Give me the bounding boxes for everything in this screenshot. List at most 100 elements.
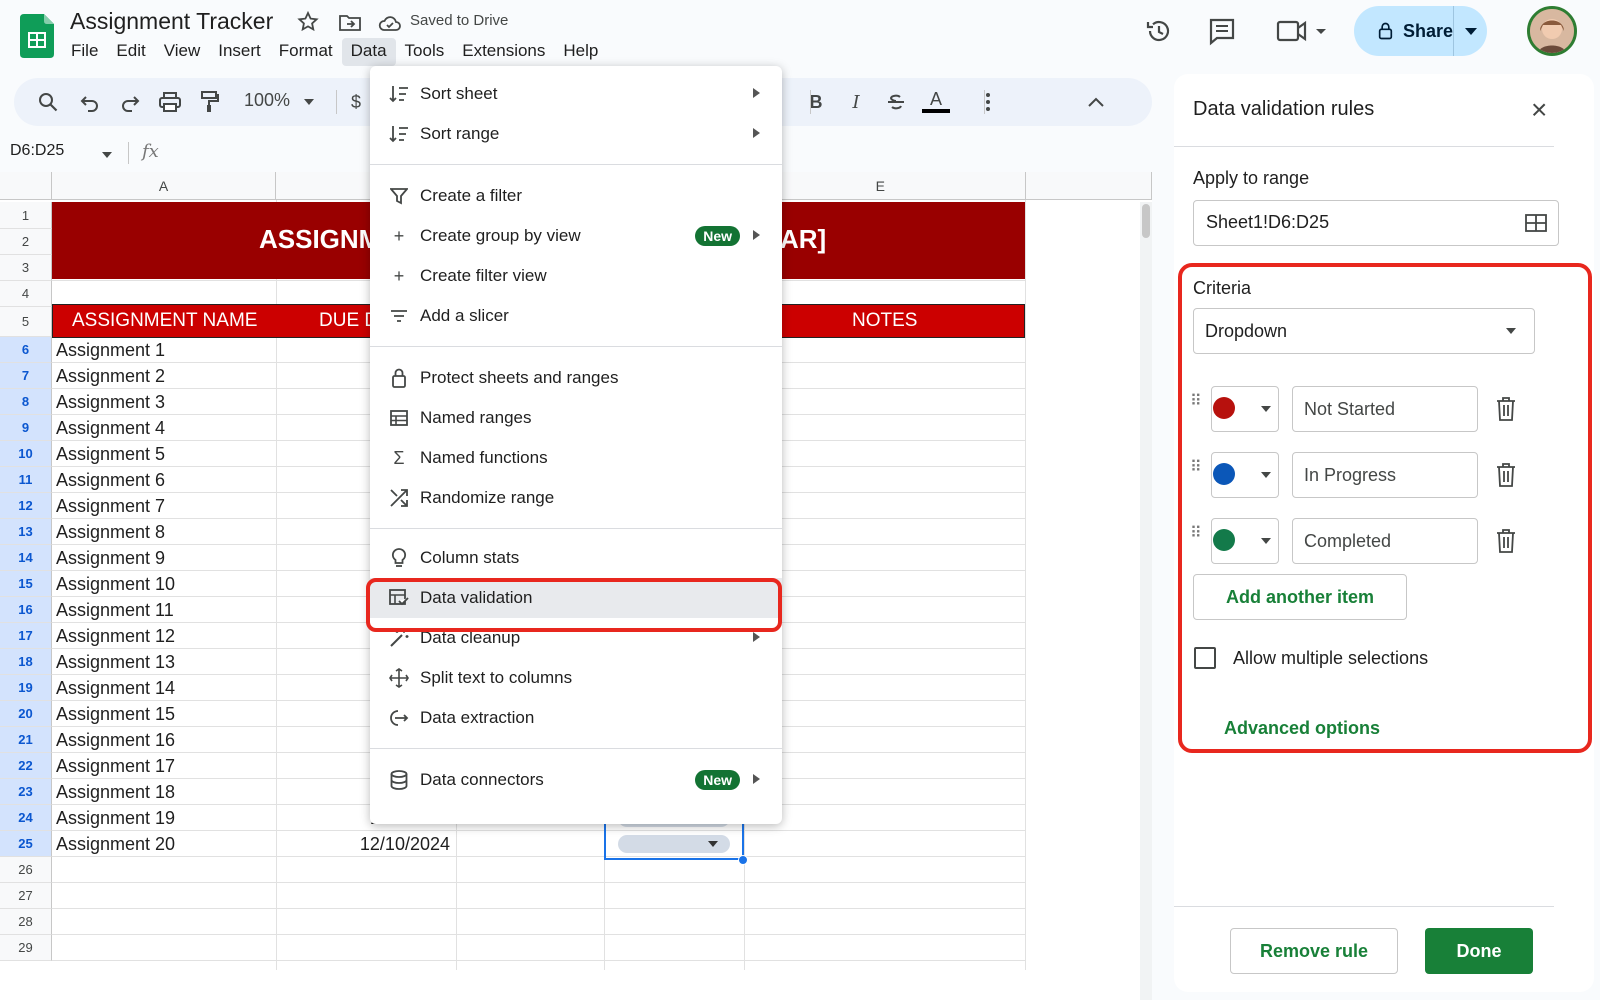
assignment-name-cell[interactable]: Assignment 20 (56, 834, 175, 855)
menu-data[interactable]: Data (341, 38, 396, 66)
row-header[interactable]: 28 (0, 909, 52, 935)
column-header-a[interactable]: A (52, 172, 276, 200)
row-header[interactable]: 20 (0, 701, 52, 727)
drag-handle-icon[interactable]: ⠿ (1190, 394, 1202, 410)
row-header[interactable]: 27 (0, 883, 52, 909)
row-header[interactable]: 25 (0, 831, 52, 857)
name-box[interactable]: D6:D25 (10, 142, 64, 160)
menu-edit[interactable]: Edit (107, 38, 154, 66)
row-header[interactable]: 6 (0, 337, 52, 363)
allow-multiple-checkbox[interactable] (1194, 647, 1216, 669)
assignment-name-cell[interactable]: Assignment 14 (56, 678, 175, 699)
delete-option-icon[interactable] (1494, 462, 1518, 488)
drag-handle-icon[interactable]: ⠿ (1190, 460, 1202, 476)
row-header[interactable]: 19 (0, 675, 52, 701)
assignment-name-cell[interactable]: Assignment 15 (56, 704, 175, 725)
row-header[interactable]: 14 (0, 545, 52, 571)
text-color-button[interactable]: A (922, 86, 950, 116)
menu-item-sort-sheet[interactable]: Sort sheet (370, 74, 782, 114)
remove-rule-button[interactable]: Remove rule (1230, 928, 1398, 974)
advanced-options-link[interactable]: Advanced options (1224, 718, 1380, 739)
assignment-name-cell[interactable]: Assignment 7 (56, 496, 165, 517)
zoom-select[interactable]: 100% (244, 90, 290, 111)
menu-item-create-group-by-view[interactable]: + Create group by view New (370, 216, 782, 256)
assignment-name-cell[interactable]: Assignment 13 (56, 652, 175, 673)
row-header[interactable]: 18 (0, 649, 52, 675)
assignment-name-cell[interactable]: Assignment 17 (56, 756, 175, 777)
select-all-corner[interactable] (0, 172, 52, 200)
row-header[interactable]: 24 (0, 805, 52, 831)
menu-item-add-slicer[interactable]: Add a slicer (370, 296, 782, 336)
menu-item-data-connectors[interactable]: Data connectors New (370, 760, 782, 800)
redo-icon[interactable] (118, 90, 142, 114)
menu-item-data-extraction[interactable]: Data extraction (370, 698, 782, 738)
share-options-button[interactable] (1454, 6, 1487, 56)
menu-insert[interactable]: Insert (209, 38, 270, 66)
row-header[interactable]: 23 (0, 779, 52, 805)
paint-format-icon[interactable] (198, 90, 222, 114)
row-header[interactable]: 22 (0, 753, 52, 779)
name-box-chevron-icon[interactable] (102, 152, 112, 158)
print-icon[interactable] (158, 90, 182, 114)
row-header[interactable]: 7 (0, 363, 52, 389)
strikethrough-icon[interactable] (884, 90, 908, 114)
assignment-name-cell[interactable]: Assignment 10 (56, 574, 175, 595)
menu-tools[interactable]: Tools (396, 38, 454, 66)
due-date-cell[interactable]: 12/10/2024 (276, 834, 450, 855)
delete-option-icon[interactable] (1494, 396, 1518, 422)
menu-item-named-ranges[interactable]: Named ranges (370, 398, 782, 438)
row-header[interactable]: 10 (0, 441, 52, 467)
comments-icon[interactable] (1207, 16, 1237, 46)
italic-button[interactable]: I (844, 90, 868, 114)
assignment-name-cell[interactable]: Assignment 19 (56, 808, 175, 829)
row-header[interactable]: 8 (0, 389, 52, 415)
star-icon[interactable] (296, 10, 320, 34)
menu-item-split-text[interactable]: Split text to columns (370, 658, 782, 698)
menu-item-protect-sheets[interactable]: Protect sheets and ranges (370, 358, 782, 398)
version-history-icon[interactable] (1144, 16, 1174, 46)
menu-item-column-stats[interactable]: Column stats (370, 538, 782, 578)
option-input[interactable]: Completed (1292, 518, 1478, 564)
assignment-name-cell[interactable]: Assignment 16 (56, 730, 175, 751)
sheets-logo-icon[interactable] (20, 14, 54, 58)
more-vert-icon[interactable] (976, 90, 1000, 114)
row-header[interactable]: 3 (0, 255, 52, 281)
row-header[interactable]: 4 (0, 281, 52, 307)
cloud-saved-icon[interactable] (378, 11, 402, 35)
assignment-name-cell[interactable]: Assignment 8 (56, 522, 165, 543)
search-menus-icon[interactable] (36, 90, 60, 114)
menu-item-create-filter-view[interactable]: + Create filter view (370, 256, 782, 296)
menu-item-create-filter[interactable]: Create a filter (370, 176, 782, 216)
scrollbar-thumb[interactable] (1142, 204, 1150, 238)
assignment-name-cell[interactable]: Assignment 5 (56, 444, 165, 465)
row-header[interactable]: 21 (0, 727, 52, 753)
currency-format-button[interactable]: $ (344, 90, 368, 114)
done-button[interactable]: Done (1425, 928, 1533, 974)
apply-range-input[interactable]: Sheet1!D6:D25 (1193, 200, 1559, 246)
row-header[interactable]: 29 (0, 935, 52, 961)
row-header[interactable]: 16 (0, 597, 52, 623)
undo-icon[interactable] (78, 90, 102, 114)
vertical-scrollbar[interactable] (1140, 202, 1152, 1000)
menu-item-named-functions[interactable]: Σ Named functions (370, 438, 782, 478)
row-header[interactable]: 26 (0, 857, 52, 883)
menu-item-randomize-range[interactable]: Randomize range (370, 478, 782, 518)
share-button[interactable]: Share (1354, 6, 1487, 56)
fill-handle[interactable] (738, 855, 748, 865)
avatar[interactable] (1527, 6, 1577, 56)
add-another-item-button[interactable]: Add another item (1193, 574, 1407, 620)
drag-handle-icon[interactable]: ⠿ (1190, 526, 1202, 542)
menu-file[interactable]: File (62, 38, 107, 66)
menu-item-sort-range[interactable]: Sort range (370, 114, 782, 154)
menu-help[interactable]: Help (554, 38, 607, 66)
meet-icon[interactable] (1276, 16, 1328, 46)
assignment-name-cell[interactable]: Assignment 1 (56, 340, 165, 361)
row-header[interactable]: 2 (0, 229, 52, 255)
row-header[interactable]: 1 (0, 202, 52, 229)
row-header[interactable]: 15 (0, 571, 52, 597)
document-title[interactable]: Assignment Tracker (70, 8, 273, 35)
collapse-toolbar-icon[interactable] (1084, 90, 1108, 114)
row-header[interactable]: 9 (0, 415, 52, 441)
close-icon[interactable]: × (1531, 96, 1547, 124)
assignment-name-cell[interactable]: Assignment 2 (56, 366, 165, 387)
